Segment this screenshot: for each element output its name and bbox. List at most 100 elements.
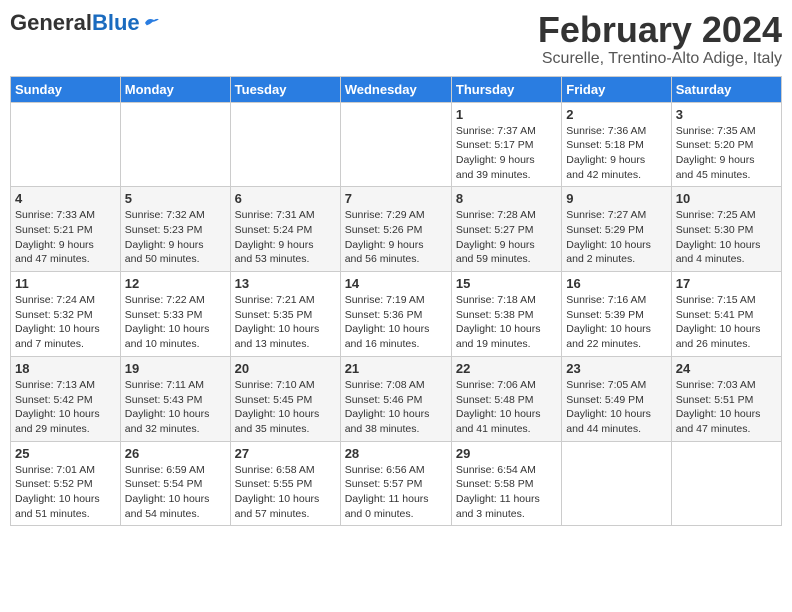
calendar-table: SundayMondayTuesdayWednesdayThursdayFrid… bbox=[10, 76, 782, 527]
day-info: Sunrise: 7:19 AM Sunset: 5:36 PM Dayligh… bbox=[345, 293, 447, 352]
day-number: 14 bbox=[345, 276, 447, 291]
day-info: Sunrise: 7:31 AM Sunset: 5:24 PM Dayligh… bbox=[235, 208, 336, 267]
calendar-day-cell: 23Sunrise: 7:05 AM Sunset: 5:49 PM Dayli… bbox=[562, 356, 671, 441]
day-number: 7 bbox=[345, 191, 447, 206]
logo-blue-text: Blue bbox=[92, 10, 140, 36]
day-info: Sunrise: 7:03 AM Sunset: 5:51 PM Dayligh… bbox=[676, 378, 777, 437]
day-number: 21 bbox=[345, 361, 447, 376]
day-number: 27 bbox=[235, 446, 336, 461]
day-number: 12 bbox=[125, 276, 226, 291]
day-number: 1 bbox=[456, 107, 557, 122]
day-number: 10 bbox=[676, 191, 777, 206]
calendar-day-cell: 24 Sunrise: 7:03 AM Sunset: 5:51 PM Dayli… bbox=[671, 356, 781, 441]
day-number: 5 bbox=[125, 191, 226, 206]
calendar-day-cell: 10 Sunrise: 7:25 AM Sunset: 5:30 PM Dayli… bbox=[671, 187, 781, 272]
calendar-day-header: Tuesday bbox=[230, 76, 340, 102]
day-info: Sunrise: 7:16 AM Sunset: 5:39 PM Dayligh… bbox=[566, 293, 666, 352]
logo: GeneralBlue bbox=[10, 10, 160, 36]
calendar-day-cell: 29 Sunrise: 6:54 AM Sunset: 5:58 PM Dayli… bbox=[451, 441, 561, 526]
calendar-day-cell: 2 Sunrise: 7:36 AM Sunset: 5:18 PM Daylig… bbox=[562, 102, 671, 187]
day-info: Sunrise: 7:25 AM Sunset: 5:30 PM Dayligh… bbox=[676, 208, 777, 267]
day-number: 25 bbox=[15, 446, 116, 461]
day-info: Sunrise: 6:58 AM Sunset: 5:55 PM Dayligh… bbox=[235, 463, 336, 522]
calendar-day-cell: 13Sunrise: 7:21 AM Sunset: 5:35 PM Dayli… bbox=[230, 272, 340, 357]
day-info: Sunrise: 7:24 AM Sunset: 5:32 PM Dayligh… bbox=[15, 293, 116, 352]
calendar-week-row: 1Sunrise: 7:37 AM Sunset: 5:17 PM Daylig… bbox=[11, 102, 782, 187]
calendar-day-cell: 26 Sunrise: 6:59 AM Sunset: 5:54 PM Dayli… bbox=[120, 441, 230, 526]
calendar-day-cell: 6 Sunrise: 7:31 AM Sunset: 5:24 PM Daylig… bbox=[230, 187, 340, 272]
day-number: 16 bbox=[566, 276, 666, 291]
day-info: Sunrise: 7:10 AM Sunset: 5:45 PM Dayligh… bbox=[235, 378, 336, 437]
calendar-day-cell: 3 Sunrise: 7:35 AM Sunset: 5:20 PM Daylig… bbox=[671, 102, 781, 187]
calendar-day-header: Friday bbox=[562, 76, 671, 102]
calendar-day-cell bbox=[340, 102, 451, 187]
calendar-header-row: SundayMondayTuesdayWednesdayThursdayFrid… bbox=[11, 76, 782, 102]
day-info: Sunrise: 7:35 AM Sunset: 5:20 PM Dayligh… bbox=[676, 124, 777, 183]
calendar-day-header: Saturday bbox=[671, 76, 781, 102]
day-info: Sunrise: 7:36 AM Sunset: 5:18 PM Dayligh… bbox=[566, 124, 666, 183]
calendar-day-header: Sunday bbox=[11, 76, 121, 102]
calendar-day-cell: 19 Sunrise: 7:11 AM Sunset: 5:43 PM Dayli… bbox=[120, 356, 230, 441]
day-info: Sunrise: 7:15 AM Sunset: 5:41 PM Dayligh… bbox=[676, 293, 777, 352]
calendar-day-header: Thursday bbox=[451, 76, 561, 102]
day-number: 3 bbox=[676, 107, 777, 122]
calendar-day-cell bbox=[671, 441, 781, 526]
day-info: Sunrise: 7:18 AM Sunset: 5:38 PM Dayligh… bbox=[456, 293, 557, 352]
calendar-week-row: 11Sunrise: 7:24 AM Sunset: 5:32 PM Dayli… bbox=[11, 272, 782, 357]
day-info: Sunrise: 7:32 AM Sunset: 5:23 PM Dayligh… bbox=[125, 208, 226, 267]
day-number: 6 bbox=[235, 191, 336, 206]
calendar-day-cell: 8 Sunrise: 7:28 AM Sunset: 5:27 PM Daylig… bbox=[451, 187, 561, 272]
day-number: 23 bbox=[566, 361, 666, 376]
day-info: Sunrise: 7:13 AM Sunset: 5:42 PM Dayligh… bbox=[15, 378, 116, 437]
calendar-day-cell: 15 Sunrise: 7:18 AM Sunset: 5:38 PM Dayli… bbox=[451, 272, 561, 357]
calendar-day-cell: 27 Sunrise: 6:58 AM Sunset: 5:55 PM Dayli… bbox=[230, 441, 340, 526]
calendar-day-cell: 7 Sunrise: 7:29 AM Sunset: 5:26 PM Daylig… bbox=[340, 187, 451, 272]
day-number: 18 bbox=[15, 361, 116, 376]
month-title: February 2024 bbox=[538, 10, 782, 50]
day-number: 2 bbox=[566, 107, 666, 122]
calendar-day-cell bbox=[120, 102, 230, 187]
calendar-day-cell: 1Sunrise: 7:37 AM Sunset: 5:17 PM Daylig… bbox=[451, 102, 561, 187]
day-info: Sunrise: 6:54 AM Sunset: 5:58 PM Dayligh… bbox=[456, 463, 557, 522]
day-info: Sunrise: 7:11 AM Sunset: 5:43 PM Dayligh… bbox=[125, 378, 226, 437]
calendar-day-header: Monday bbox=[120, 76, 230, 102]
day-info: Sunrise: 7:08 AM Sunset: 5:46 PM Dayligh… bbox=[345, 378, 447, 437]
day-info: Sunrise: 6:59 AM Sunset: 5:54 PM Dayligh… bbox=[125, 463, 226, 522]
day-info: Sunrise: 7:01 AM Sunset: 5:52 PM Dayligh… bbox=[15, 463, 116, 522]
day-info: Sunrise: 7:06 AM Sunset: 5:48 PM Dayligh… bbox=[456, 378, 557, 437]
location-text: Scurelle, Trentino-Alto Adige, Italy bbox=[538, 50, 782, 68]
page-header: GeneralBlue February 2024 Scurelle, Tren… bbox=[10, 10, 782, 68]
calendar-day-cell: 25 Sunrise: 7:01 AM Sunset: 5:52 PM Dayli… bbox=[11, 441, 121, 526]
calendar-day-cell: 16 Sunrise: 7:16 AM Sunset: 5:39 PM Dayli… bbox=[562, 272, 671, 357]
calendar-week-row: 25 Sunrise: 7:01 AM Sunset: 5:52 PM Dayli… bbox=[11, 441, 782, 526]
day-number: 15 bbox=[456, 276, 557, 291]
day-info: Sunrise: 7:21 AM Sunset: 5:35 PM Dayligh… bbox=[235, 293, 336, 352]
day-number: 17 bbox=[676, 276, 777, 291]
day-info: Sunrise: 7:28 AM Sunset: 5:27 PM Dayligh… bbox=[456, 208, 557, 267]
day-number: 26 bbox=[125, 446, 226, 461]
day-number: 20 bbox=[235, 361, 336, 376]
day-number: 22 bbox=[456, 361, 557, 376]
title-block: February 2024 Scurelle, Trentino-Alto Ad… bbox=[538, 10, 782, 68]
calendar-day-cell: 5 Sunrise: 7:32 AM Sunset: 5:23 PM Daylig… bbox=[120, 187, 230, 272]
calendar-day-cell bbox=[562, 441, 671, 526]
day-number: 19 bbox=[125, 361, 226, 376]
day-number: 9 bbox=[566, 191, 666, 206]
calendar-day-cell: 20 Sunrise: 7:10 AM Sunset: 5:45 PM Dayli… bbox=[230, 356, 340, 441]
calendar-day-cell bbox=[11, 102, 121, 187]
calendar-day-cell: 18 Sunrise: 7:13 AM Sunset: 5:42 PM Dayli… bbox=[11, 356, 121, 441]
day-number: 24 bbox=[676, 361, 777, 376]
calendar-day-cell: 17 Sunrise: 7:15 AM Sunset: 5:41 PM Dayli… bbox=[671, 272, 781, 357]
day-info: Sunrise: 7:29 AM Sunset: 5:26 PM Dayligh… bbox=[345, 208, 447, 267]
day-info: Sunrise: 7:33 AM Sunset: 5:21 PM Dayligh… bbox=[15, 208, 116, 267]
calendar-day-cell: 14 Sunrise: 7:19 AM Sunset: 5:36 PM Dayli… bbox=[340, 272, 451, 357]
day-number: 8 bbox=[456, 191, 557, 206]
day-number: 4 bbox=[15, 191, 116, 206]
day-number: 29 bbox=[456, 446, 557, 461]
day-number: 28 bbox=[345, 446, 447, 461]
calendar-day-cell: 22 Sunrise: 7:06 AM Sunset: 5:48 PM Dayli… bbox=[451, 356, 561, 441]
calendar-day-header: Wednesday bbox=[340, 76, 451, 102]
calendar-day-cell: 4 Sunrise: 7:33 AM Sunset: 5:21 PM Daylig… bbox=[11, 187, 121, 272]
calendar-week-row: 18 Sunrise: 7:13 AM Sunset: 5:42 PM Dayli… bbox=[11, 356, 782, 441]
day-info: Sunrise: 7:27 AM Sunset: 5:29 PM Dayligh… bbox=[566, 208, 666, 267]
